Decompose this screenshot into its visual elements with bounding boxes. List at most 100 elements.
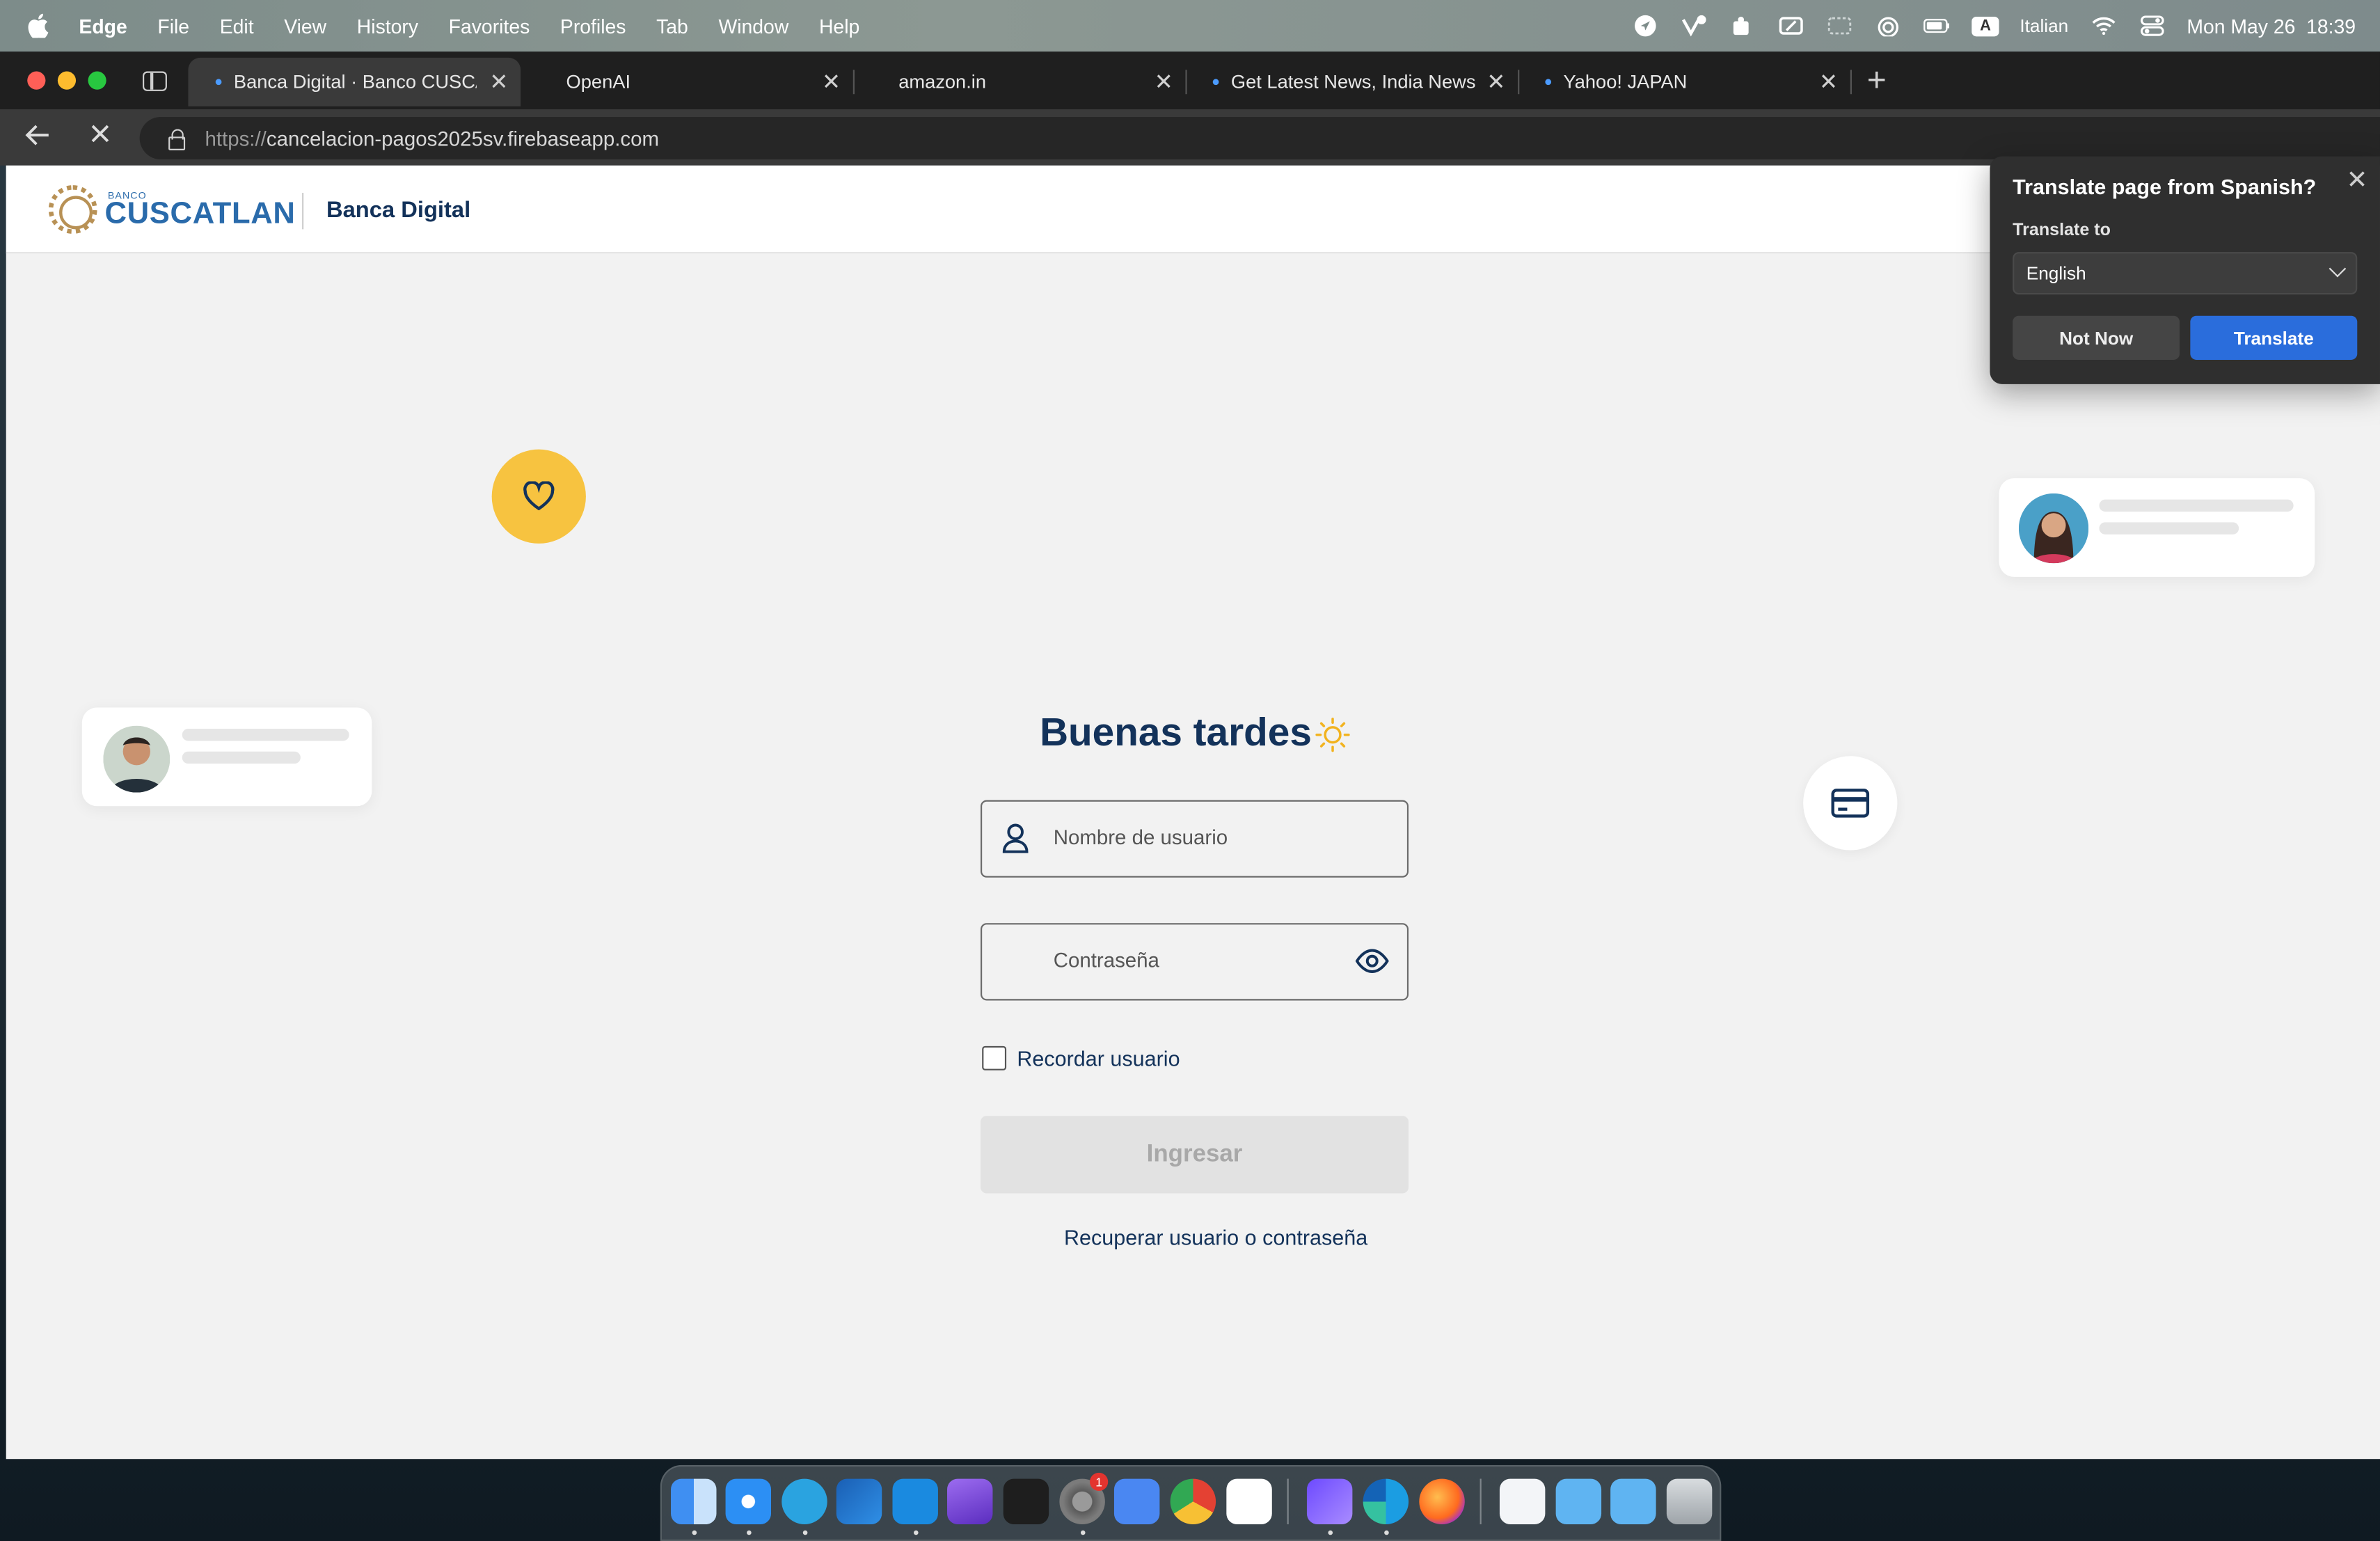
menu-edit[interactable]: Edit	[220, 15, 254, 38]
placeholder-line	[182, 751, 301, 764]
finder-icon[interactable]	[671, 1478, 717, 1525]
menu-view[interactable]: View	[284, 15, 326, 38]
new-tab-plus-icon[interactable]: +	[1867, 63, 1887, 97]
tab-close-icon[interactable]: ✕	[1155, 68, 1173, 95]
menu-help[interactable]: Help	[819, 15, 859, 38]
input-source-badge[interactable]: A	[1972, 15, 1999, 36]
close-icon[interactable]: ✕	[2346, 166, 2367, 196]
eye-icon[interactable]	[1355, 949, 1389, 973]
tab-news[interactable]: Get Latest News, India News, B ✕	[1185, 58, 1520, 106]
tab-title: amazon.in	[898, 71, 987, 93]
tab-title: Yahoo! JAPAN	[1563, 71, 1688, 93]
vscode-icon[interactable]	[892, 1478, 938, 1525]
safari-icon[interactable]	[725, 1478, 772, 1525]
tab-yahoo-japan[interactable]: Yahoo! JAPAN ✕	[1518, 58, 1852, 106]
placeholder-line	[2099, 499, 2294, 512]
moodle-icon[interactable]	[1226, 1478, 1272, 1525]
recover-credentials-link[interactable]: Recuperar usuario o contraseña	[1064, 1225, 1367, 1249]
menu-profiles[interactable]: Profiles	[560, 15, 626, 38]
control-center-icon[interactable]	[2139, 15, 2166, 37]
firefox-icon[interactable]	[1419, 1478, 1465, 1525]
logo-text[interactable]: CUSCATLAN	[104, 198, 295, 232]
avatar	[103, 725, 170, 793]
stop-loading-icon[interactable]	[88, 122, 113, 154]
window-icon[interactable]	[1827, 15, 1854, 37]
bank-logo-icon[interactable]	[48, 185, 97, 234]
lock-icon[interactable]	[167, 129, 186, 150]
back-arrow-icon[interactable]	[24, 122, 51, 157]
puzzle-icon[interactable]	[1729, 15, 1756, 37]
documents-icon[interactable]	[1499, 1478, 1546, 1525]
screen-share-icon[interactable]	[1778, 15, 1805, 37]
menu-app-name[interactable]: Edge	[79, 15, 127, 38]
menu-favorites[interactable]: Favorites	[449, 15, 530, 38]
shield-check-icon[interactable]	[1681, 15, 1708, 37]
figma-icon[interactable]	[1003, 1478, 1049, 1525]
tab-close-icon[interactable]: ✕	[1819, 68, 1838, 95]
menu-tab[interactable]: Tab	[656, 15, 688, 38]
password-field[interactable]: Contraseña	[981, 923, 1409, 1001]
url-text[interactable]: https://cancelacion-pagos2025sv.firebase…	[205, 127, 659, 150]
not-now-button[interactable]: Not Now	[2013, 315, 2180, 360]
tab-close-icon[interactable]: ✕	[489, 68, 508, 95]
tab-amazon[interactable]: amazon.in ✕	[853, 58, 1187, 106]
folder-icon[interactable]	[1555, 1478, 1602, 1525]
tab-loading-indicator	[215, 79, 222, 86]
translate-button[interactable]: Translate	[2190, 315, 2358, 360]
placeholder-line	[2099, 522, 2239, 535]
tab-close-icon[interactable]: ✕	[822, 68, 841, 95]
heart-badge	[491, 449, 586, 544]
minimize-window-button[interactable]	[57, 71, 77, 90]
trash-icon[interactable]	[1666, 1478, 1713, 1525]
site-subtitle: Banca Digital	[326, 197, 471, 223]
user-icon	[1002, 823, 1029, 853]
wifi-icon[interactable]	[2090, 15, 2117, 37]
profile-card-left	[81, 707, 372, 807]
sidebar-toggle-icon[interactable]	[143, 70, 167, 90]
status-area: A Italian Mon May 26 18:39	[1633, 0, 2356, 52]
google-docs-icon[interactable]	[1113, 1478, 1160, 1525]
password-placeholder: Contraseña	[1053, 949, 1159, 972]
outlook-icon[interactable]	[836, 1478, 882, 1525]
obsidian-icon[interactable]	[947, 1478, 993, 1525]
placeholder-line	[182, 729, 349, 741]
language-select[interactable]: English	[2013, 252, 2358, 295]
close-window-button[interactable]	[27, 71, 46, 90]
login-button[interactable]: Ingresar	[981, 1116, 1409, 1194]
remember-user-label[interactable]: Recordar usuario	[1017, 1046, 1180, 1070]
card-badge	[1803, 756, 1898, 851]
tab-close-icon[interactable]: ✕	[1486, 68, 1505, 95]
username-field[interactable]: Nombre de usuario	[981, 800, 1409, 878]
proton-vpn-icon[interactable]	[1306, 1478, 1353, 1525]
chevron-down-icon	[2329, 260, 2347, 278]
menu-history[interactable]: History	[357, 15, 418, 38]
input-source-label[interactable]: Italian	[2020, 15, 2068, 37]
tab-title: Banca Digital · Banco CUSCATL	[233, 71, 477, 93]
airdrop-icon[interactable]	[1875, 15, 1903, 37]
remember-user-checkbox[interactable]	[982, 1045, 1007, 1070]
edge-icon[interactable]	[1363, 1478, 1409, 1525]
battery-icon[interactable]	[1923, 15, 1951, 37]
translate-to-label: Translate to	[2013, 221, 2111, 240]
tab-banca-digital[interactable]: Banca Digital · Banco CUSCATL ✕	[188, 57, 521, 106]
apple-menu-icon[interactable]	[27, 13, 49, 38]
tab-indicator	[1212, 79, 1219, 86]
tab-openai[interactable]: OpenAI ✕	[521, 58, 855, 106]
username-placeholder: Nombre de usuario	[1053, 825, 1228, 849]
menu-window[interactable]: Window	[718, 15, 788, 38]
sun-icon	[1315, 718, 1350, 752]
selected-language: English	[2026, 262, 2086, 284]
location-arrow-icon[interactable]	[1633, 15, 1660, 37]
zoom-window-button[interactable]	[88, 71, 106, 90]
tab-indicator	[1545, 79, 1552, 86]
tab-title: OpenAI	[566, 71, 631, 93]
clock[interactable]: Mon May 26 18:39	[2187, 15, 2356, 38]
menu-file[interactable]: File	[157, 15, 189, 38]
macos-menu-bar: Edge File Edit View History Favorites Pr…	[0, 0, 2380, 52]
heart-icon	[523, 481, 555, 511]
url-field[interactable]: https://cancelacion-pagos2025sv.firebase…	[139, 116, 2380, 160]
downloads-folder-icon[interactable]	[1610, 1478, 1656, 1525]
telegram-icon[interactable]	[782, 1478, 827, 1525]
chrome-icon[interactable]	[1170, 1478, 1216, 1525]
tab-title: Get Latest News, India News, B	[1230, 71, 1477, 93]
